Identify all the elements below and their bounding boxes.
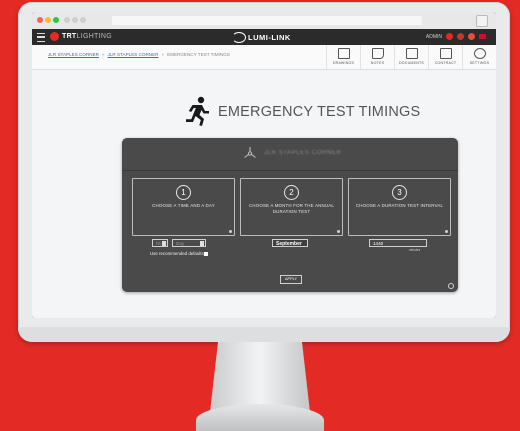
power-icon[interactable] [468,33,475,40]
settings-button[interactable]: SETTINGS [462,45,496,69]
browser-chrome [32,12,496,30]
time-input-value: hh [156,241,162,246]
step-3-card: 3 CHOOSE A DURATION TEST INTERVAL [348,178,451,236]
settings-label: SETTINGS [469,61,490,65]
breadcrumb-link-1[interactable]: JLR STAPLES CORNER [48,52,99,57]
notes-button[interactable]: NOTES [360,45,394,69]
month-select[interactable]: September [272,239,308,247]
brand-name: TRTLIGHTING [62,33,112,40]
info-icon[interactable] [229,230,232,233]
panel-header: JLR STAPLES CORNER [122,138,458,171]
brand-bold: TRT [62,33,77,40]
step-3-text: CHOOSE A DURATION TEST INTERVAL [355,203,444,208]
lumilink-logo-icon [232,32,246,43]
screen: TRTLIGHTING LUMI-LINK ADMIN JLR STAPLES … [32,12,496,318]
contract-button[interactable]: CONTRACT [428,45,462,69]
maximize-window-icon[interactable] [53,17,59,23]
monitor-stand [210,342,310,412]
step-1-number: 1 [176,185,191,200]
breadcrumb: JLR STAPLES CORNER» JLR STAPLES CORNER» EM… [48,52,230,57]
info-icon[interactable] [445,230,448,233]
brand-light: LIGHTING [76,33,112,40]
drawings-label: DRAWINGS [332,61,355,65]
day-select[interactable]: Day [172,239,206,247]
alert-icon[interactable] [457,33,464,40]
info-icon[interactable] [337,230,340,233]
use-defaults-label: Use recommended defaults [150,251,204,256]
step-1-card: 1 CHOOSE A TIME AND A DAY [132,178,235,236]
timings-panel: JLR STAPLES CORNER 1 CHOOSE A TIME AND A… [122,138,458,292]
toolbar-bar: JLR STAPLES CORNER» JLR STAPLES CORNER» EM… [32,45,496,70]
interval-unit-label: minutes [409,248,421,252]
trt-logo-icon [50,32,59,41]
drawings-button[interactable]: DRAWINGS [326,45,360,69]
address-bar[interactable] [112,16,422,25]
contract-icon [440,48,452,59]
time-input[interactable]: hh [152,239,168,247]
fan-icon [244,147,256,158]
day-select-value: Day [176,241,185,246]
month-select-value: September [276,241,302,247]
notes-icon [372,48,384,59]
site-name: JLR STAPLES CORNER [264,150,342,156]
step-3-number: 3 [392,185,407,200]
breadcrumb-current: EMERGENCY TEST TIMINGS [167,52,230,57]
step-2-text: CHOOSE A MONTH FOR THE ANNUAL DURATION T… [248,203,334,214]
contract-label: CONTRACT [434,61,457,65]
lumilink-logo-text: LUMI-LINK [248,33,291,42]
interval-input-value: 1440 [373,241,384,246]
drawings-icon [338,48,350,59]
app-header: TRTLIGHTING LUMI-LINK ADMIN [32,29,496,45]
minimize-window-icon[interactable] [45,17,51,23]
notes-label: NOTES [370,61,385,65]
step-1-text: CHOOSE A TIME AND A DAY [152,203,215,208]
menu-icon[interactable] [37,33,45,42]
title-row: EMERGENCY TEST TIMINGS [32,96,496,126]
user-icon[interactable] [446,33,453,40]
settings-gear-icon [474,48,486,59]
time-stepper-icon[interactable] [162,241,166,246]
running-man-icon [186,96,209,126]
step-2-card: 2 CHOOSE A MONTH FOR THE ANNUAL DURATION… [240,178,343,236]
page-title: EMERGENCY TEST TIMINGS [218,104,421,120]
main-content: EMERGENCY TEST TIMINGS JLR STAPLES CORNE… [32,70,496,318]
new-tab-button[interactable] [476,15,488,27]
documents-label: DOCUMENTS [399,61,424,65]
monitor-base [196,404,324,431]
user-name[interactable]: ADMIN [426,34,442,40]
use-defaults-checkbox[interactable] [204,252,208,256]
breadcrumb-separator: » [161,52,165,57]
close-window-icon[interactable] [37,17,43,23]
browser-forward-icon[interactable] [72,17,78,23]
browser-back-icon[interactable] [64,17,70,23]
monitor: TRTLIGHTING LUMI-LINK ADMIN JLR STAPLES … [18,2,510,342]
interval-input[interactable]: 1440 [369,239,427,247]
apply-button[interactable]: APPLY [280,275,302,284]
user-area: ADMIN [426,33,486,40]
breadcrumb-link-2[interactable]: JLR STAPLES CORNER [108,52,159,57]
documents-icon [406,48,418,59]
tool-buttons: DRAWINGS NOTES DOCUMENTS CONTRACT SETTIN… [326,45,496,69]
step-2-number: 2 [284,185,299,200]
flag-icon[interactable] [479,34,486,39]
day-dropdown-icon[interactable] [200,241,204,246]
documents-button[interactable]: DOCUMENTS [394,45,428,69]
panel-settings-icon[interactable] [448,283,454,289]
breadcrumb-separator: » [101,52,105,57]
browser-reload-icon[interactable] [80,17,86,23]
monitor-chin [18,327,510,342]
